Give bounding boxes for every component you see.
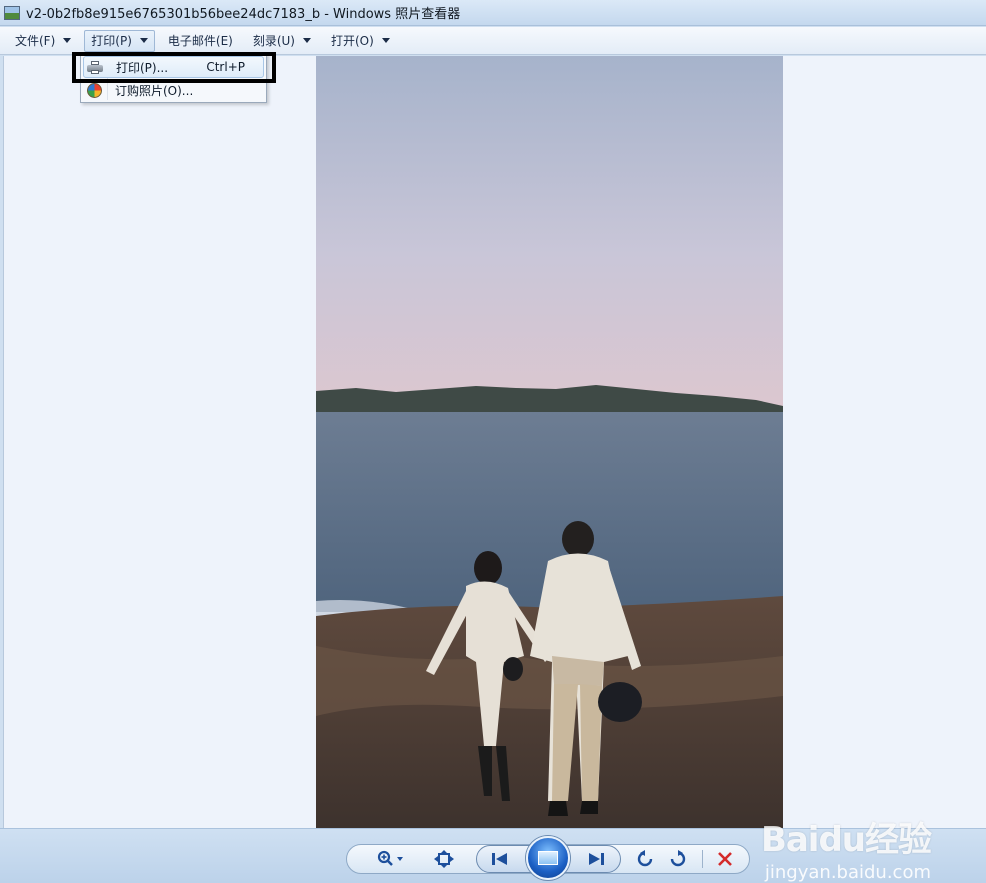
menu-email[interactable]: 电子邮件(E) — [161, 30, 240, 52]
order-prints-icon — [83, 82, 105, 98]
menu-open-label: 打开(O) — [331, 34, 374, 48]
photo-image — [316, 56, 783, 828]
delete-icon[interactable] — [714, 849, 736, 869]
image-viewport — [3, 56, 986, 828]
menu-item-order-prints[interactable]: 订购照片(O)... — [83, 79, 264, 101]
slideshow-icon[interactable] — [526, 836, 570, 880]
menu-bar: 文件(F) 打印(P) 电子邮件(E) 刻录(U) 打开(O) — [0, 27, 986, 55]
photo-viewer-icon — [4, 5, 20, 20]
menu-print-label: 打印(P) — [91, 34, 132, 48]
photo — [316, 56, 783, 828]
zoom-icon[interactable] — [374, 849, 408, 869]
window-title: v2-0b2fb8e915e6765301b56bee24dc7183_b - … — [26, 7, 461, 22]
next-icon[interactable] — [584, 849, 608, 869]
printer-icon — [84, 60, 106, 74]
previous-icon[interactable] — [488, 849, 512, 869]
chevron-down-icon — [139, 38, 148, 43]
chevron-down-icon — [381, 38, 390, 43]
actual-size-icon[interactable] — [432, 849, 456, 869]
menu-file-label: 文件(F) — [15, 34, 56, 48]
title-bar: v2-0b2fb8e915e6765301b56bee24dc7183_b - … — [0, 0, 986, 26]
control-bar: Baidu经验 jingyan.baidu.com — [0, 820, 986, 883]
menu-print[interactable]: 打印(P) — [84, 29, 155, 52]
menu-item-print-label: 打印(P)... — [116, 60, 169, 75]
baidu-watermark-logo: Baidu经验 — [760, 820, 932, 860]
menu-item-print[interactable]: 打印(P)... Ctrl+P — [83, 56, 264, 78]
menu-email-label: 电子邮件(E) — [167, 34, 233, 48]
chevron-down-icon — [303, 38, 311, 43]
menu-item-order-prints-label: 订购照片(O)... — [115, 83, 194, 98]
chevron-down-icon — [63, 38, 72, 43]
rotate-counterclockwise-icon[interactable] — [634, 849, 656, 869]
menu-burn[interactable]: 刻录(U) — [246, 30, 318, 52]
menu-item-print-shortcut: Ctrl+P — [206, 60, 245, 74]
menu-open[interactable]: 打开(O) — [324, 30, 397, 52]
print-dropdown-menu: 打印(P)... Ctrl+P 订购照片(O)... — [80, 52, 267, 103]
rotate-clockwise-icon[interactable] — [667, 849, 689, 869]
menu-file[interactable]: 文件(F) — [8, 30, 78, 52]
separator — [702, 850, 703, 868]
baidu-watermark-url: jingyan.baidu.com — [764, 862, 931, 883]
menu-burn-label: 刻录(U) — [252, 34, 295, 48]
